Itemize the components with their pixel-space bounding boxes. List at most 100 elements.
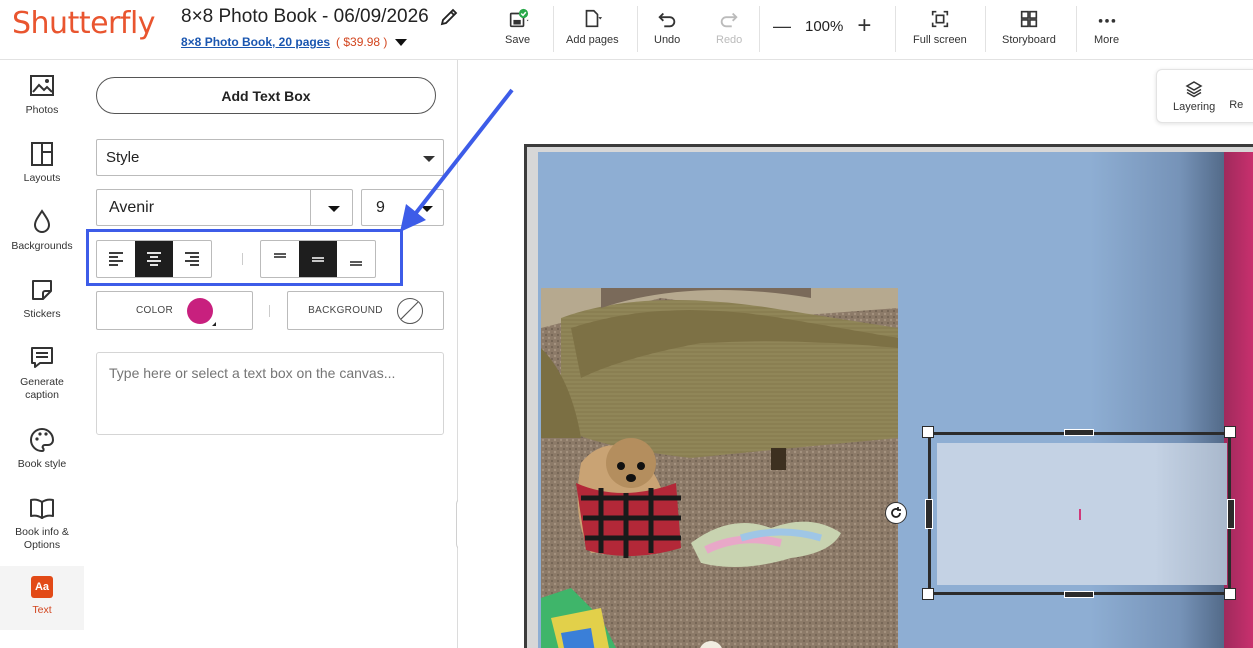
save-label: Save — [505, 34, 531, 46]
left-tool-rail: Photos Layouts Backgrounds Stickers Gene… — [0, 60, 84, 648]
palette-icon — [30, 427, 55, 453]
rail-label-layouts: Layouts — [23, 172, 61, 184]
resize-handle-bottom-right[interactable] — [1224, 588, 1236, 600]
pencil-icon[interactable] — [439, 7, 459, 27]
full-screen-label: Full screen — [913, 34, 967, 46]
rail-label-generate: Generate — [20, 376, 64, 388]
rail-item-book-style[interactable]: Book style — [0, 426, 84, 471]
rail-label-backgrounds: Backgrounds — [11, 240, 73, 252]
rail-label-book-style: Book style — [17, 458, 67, 470]
rail-item-book-info[interactable]: Book info & Options — [0, 494, 84, 552]
full-screen-button[interactable]: Full screen — [913, 8, 967, 46]
rail-item-stickers[interactable]: Stickers — [0, 276, 84, 321]
annotation-highlight-box — [86, 229, 403, 286]
layering-button[interactable]: Layering — [1173, 80, 1215, 113]
toolbar-divider — [1076, 6, 1077, 52]
next-tool-button[interactable]: Re — [1229, 99, 1243, 111]
document-title[interactable]: 8×8 Photo Book - 06/09/2026 — [181, 6, 459, 28]
resize-handle-bottom-left[interactable] — [922, 588, 934, 600]
save-button[interactable]: Save — [505, 8, 530, 46]
undo-button[interactable]: Undo — [654, 8, 680, 46]
zoom-control: — 100% + — [773, 14, 871, 38]
text-input[interactable] — [96, 352, 444, 435]
undo-label: Undo — [654, 34, 681, 46]
canvas-area: Layering Re — [458, 60, 1253, 648]
rail-item-layouts[interactable]: Layouts — [0, 140, 84, 185]
droplet-icon — [33, 209, 51, 233]
select-divider — [310, 190, 311, 225]
redo-icon — [720, 12, 738, 28]
text-cursor — [1079, 509, 1081, 520]
no-fill-swatch-icon — [396, 297, 423, 324]
resize-handle-bottom[interactable] — [1064, 591, 1094, 598]
rail-label-text: Text — [32, 604, 52, 616]
redo-label: Redo — [716, 34, 743, 46]
floating-toolbar: Layering Re — [1156, 69, 1253, 123]
storyboard-button[interactable]: Storyboard — [1002, 8, 1056, 46]
book-price: ( $39.98 ) — [336, 35, 388, 49]
resize-handle-top-right[interactable] — [1224, 426, 1236, 438]
toolbar-divider — [637, 6, 638, 52]
resize-handle-top-left[interactable] — [922, 426, 934, 438]
photos-icon — [30, 75, 54, 96]
storyboard-label: Storyboard — [1002, 34, 1056, 46]
rotate-handle[interactable] — [885, 502, 907, 524]
rail-label-stickers: Stickers — [23, 308, 61, 320]
book-details-link[interactable]: 8×8 Photo Book, 20 pages — [181, 35, 330, 49]
group-divider — [269, 305, 270, 317]
add-text-box-button[interactable]: Add Text Box — [96, 77, 436, 114]
full-screen-icon — [931, 10, 949, 28]
chevron-down-icon[interactable] — [395, 38, 408, 46]
rotate-icon — [891, 507, 901, 518]
rail-label-caption: caption — [25, 389, 59, 401]
save-icon — [509, 8, 529, 28]
rail-label-options: Options — [23, 539, 61, 551]
layouts-icon — [31, 142, 53, 166]
resize-handle-right[interactable] — [1227, 499, 1235, 529]
document-title-text: 8×8 Photo Book - 06/09/2026 — [181, 6, 429, 27]
next-tool-label: Re — [1229, 98, 1244, 111]
top-bar: Shutterfly 8×8 Photo Book - 06/09/2026 8… — [0, 0, 1253, 60]
undo-icon — [658, 12, 676, 28]
rail-item-generate-caption[interactable]: Generate caption — [0, 344, 84, 402]
layers-icon — [1185, 80, 1203, 97]
add-page-icon — [585, 9, 603, 28]
annotation-arrow-icon — [400, 88, 514, 232]
open-book-icon — [30, 498, 54, 519]
zoom-out-button[interactable]: — — [773, 16, 791, 36]
dog-photo-image — [541, 288, 898, 648]
font-select[interactable]: Avenir — [96, 189, 353, 226]
chevron-down-icon — [328, 206, 340, 212]
rail-item-text[interactable]: Aa Text — [0, 566, 84, 630]
zoom-in-button[interactable]: + — [857, 14, 871, 38]
redo-button[interactable]: Redo — [716, 8, 742, 46]
rail-item-backgrounds[interactable]: Backgrounds — [0, 208, 84, 253]
caption-icon — [31, 347, 53, 368]
toolbar-divider — [895, 6, 896, 52]
resize-handle-top[interactable] — [1064, 429, 1094, 436]
rail-label-photos: Photos — [25, 104, 59, 116]
more-label: More — [1094, 34, 1120, 46]
more-button[interactable]: More — [1094, 8, 1119, 46]
style-select-value: Style — [106, 149, 140, 166]
document-subtitle[interactable]: 8×8 Photo Book, 20 pages ( $39.98 ) — [181, 35, 408, 49]
rail-item-photos[interactable]: Photos — [0, 72, 84, 117]
font-size-value: 9 — [376, 198, 385, 216]
zoom-level: 100% — [805, 17, 844, 35]
rail-label-book-info: Book info & — [15, 526, 69, 538]
shutterfly-logo[interactable]: Shutterfly — [12, 6, 156, 41]
toolbar-divider — [759, 6, 760, 52]
storyboard-icon — [1020, 10, 1038, 28]
toolbar-divider — [553, 6, 554, 52]
toolbar-divider — [985, 6, 986, 52]
sticker-icon — [32, 280, 52, 300]
font-select-value: Avenir — [109, 198, 155, 216]
background-color-picker[interactable]: BACKGROUND — [287, 291, 444, 330]
add-pages-button[interactable]: Add pages — [566, 8, 619, 46]
layering-label: Layering — [1173, 100, 1216, 113]
resize-handle-left[interactable] — [925, 499, 933, 529]
dog-photo[interactable] — [541, 288, 898, 648]
more-dots-icon — [1098, 19, 1115, 23]
text-aa-icon: Aa — [31, 576, 53, 598]
text-color-picker[interactable]: COLOR — [96, 291, 253, 330]
